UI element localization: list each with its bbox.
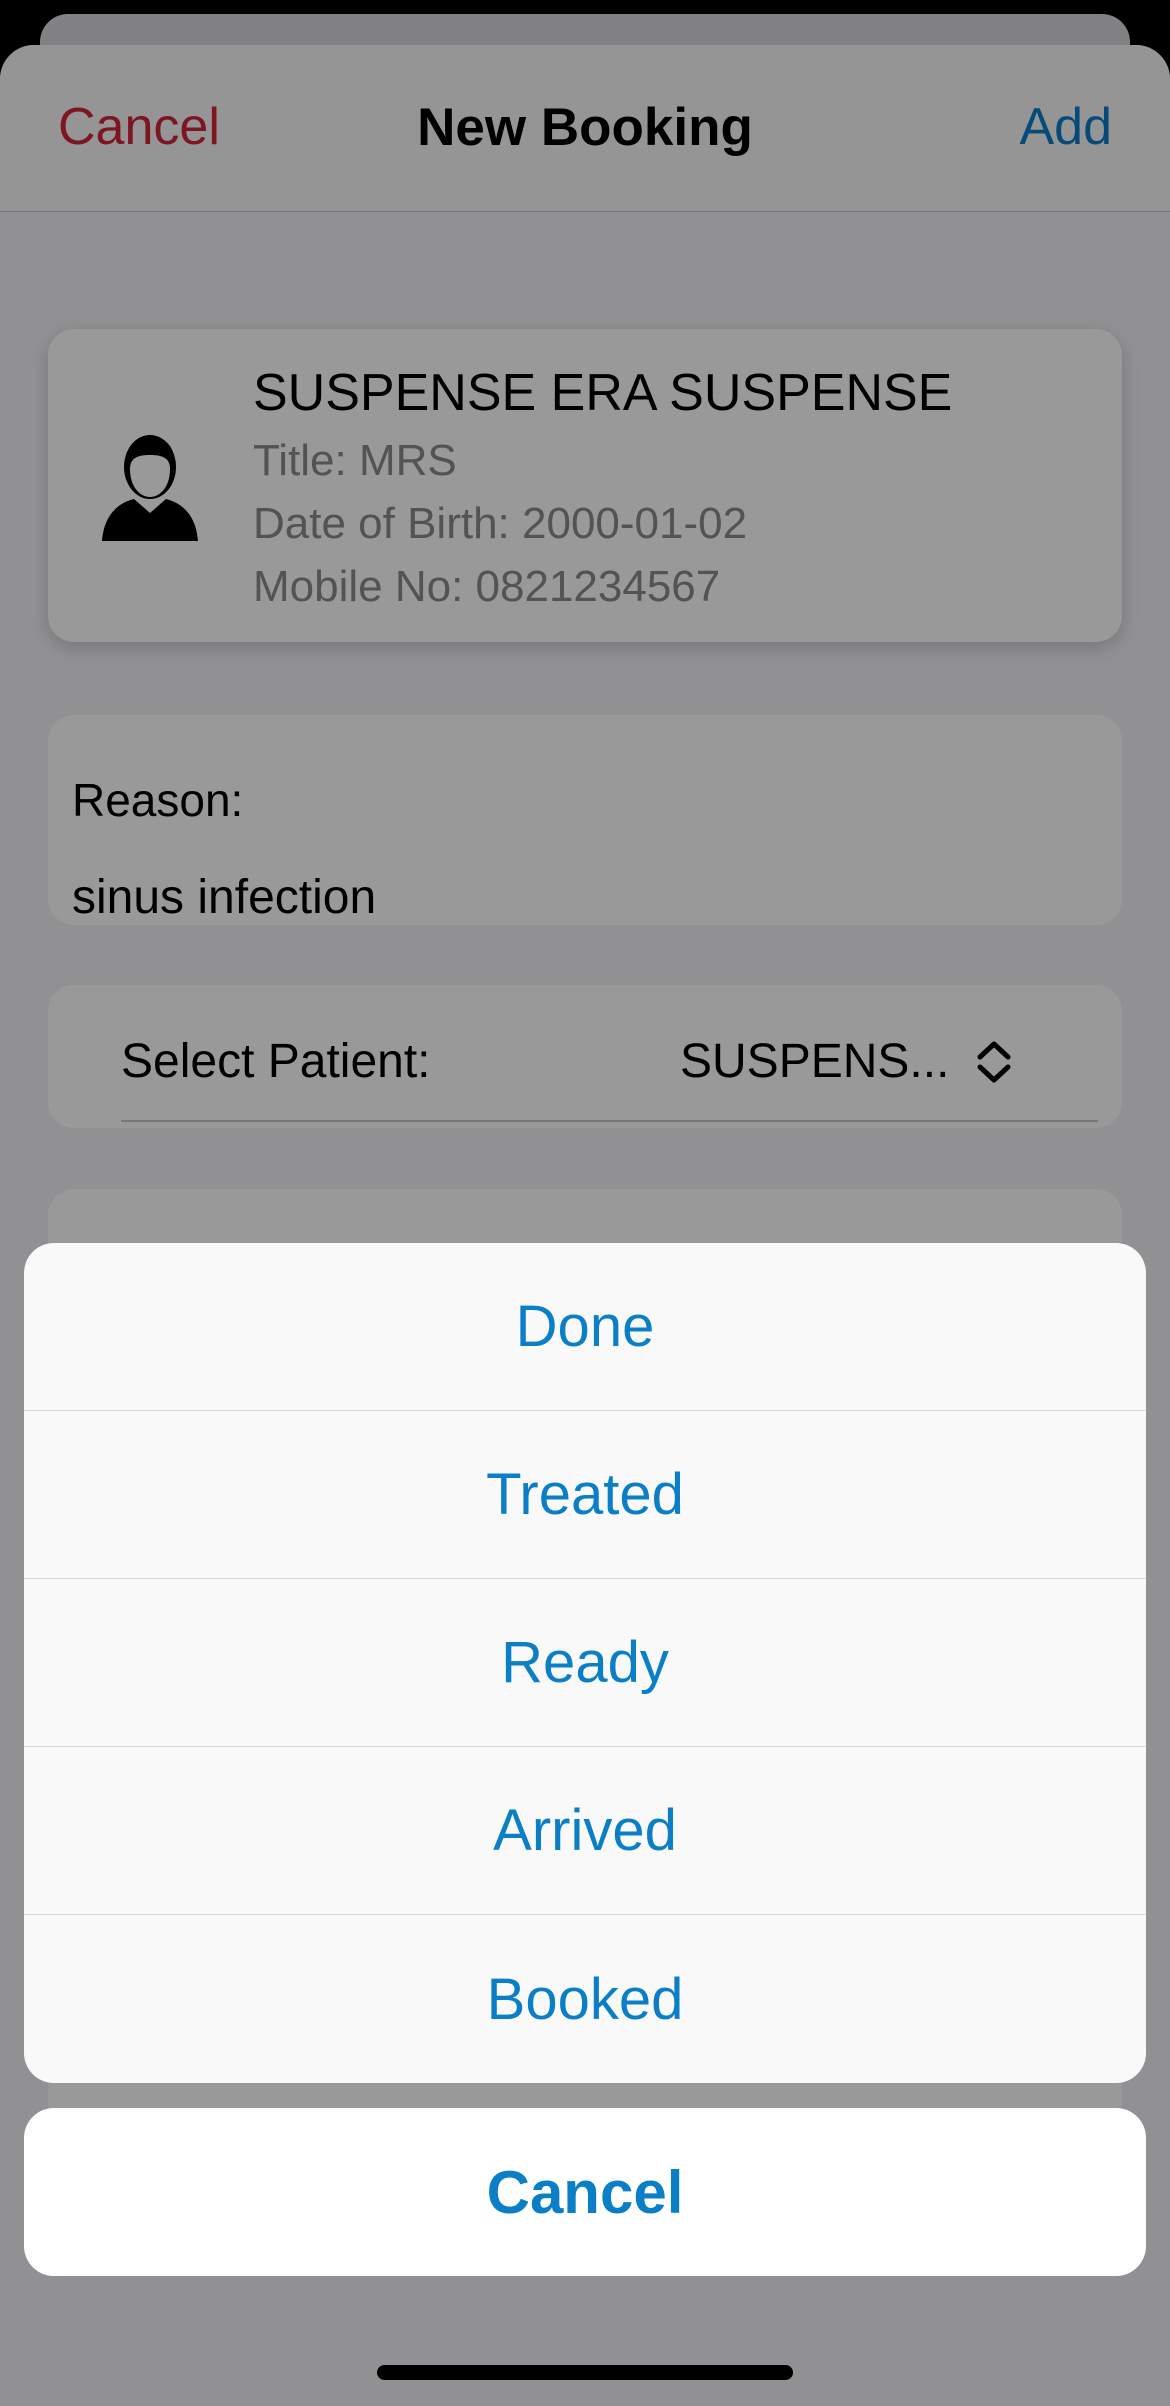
action-treated[interactable]: Treated <box>24 1411 1146 1579</box>
action-done[interactable]: Done <box>24 1243 1146 1411</box>
home-indicator <box>377 2365 793 2380</box>
action-sheet-cancel-button[interactable]: Cancel <box>24 2108 1146 2276</box>
status-action-sheet: Done Treated Ready Arrived Booked <box>24 1243 1146 2083</box>
action-ready[interactable]: Ready <box>24 1579 1146 1747</box>
action-arrived[interactable]: Arrived <box>24 1747 1146 1915</box>
action-booked[interactable]: Booked <box>24 1915 1146 2083</box>
